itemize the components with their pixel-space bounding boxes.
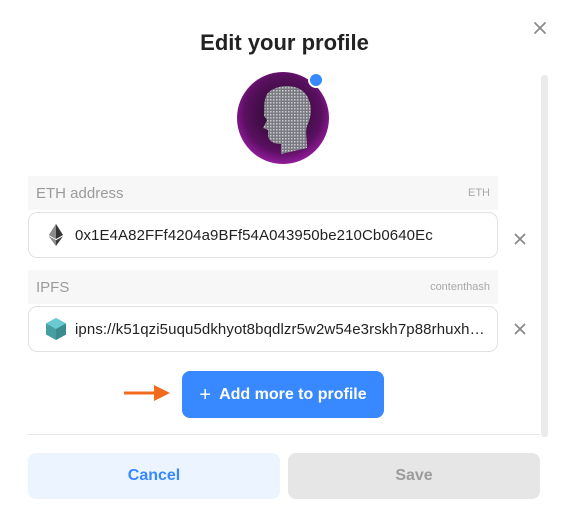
ethereum-icon	[43, 222, 69, 248]
remove-ipfs-record-button[interactable]	[512, 321, 528, 337]
add-more-to-profile-button[interactable]: + Add more to profile	[182, 371, 384, 418]
save-button[interactable]: Save	[288, 453, 540, 499]
edit-profile-dialog: Edit your profile ETH address ETH 0x1E4A…	[0, 0, 569, 529]
plus-icon: +	[199, 383, 212, 406]
eth-address-field[interactable]: 0x1E4A82FFf4204a9BFf54A043950be210Cb0640…	[28, 212, 498, 258]
cancel-button[interactable]: Cancel	[28, 453, 280, 499]
footer-divider	[28, 434, 540, 435]
record-type-label: ETH	[468, 187, 490, 199]
profile-avatar[interactable]	[237, 72, 329, 164]
remove-eth-record-button[interactable]	[512, 231, 528, 247]
record-type-label: contenthash	[430, 281, 490, 293]
record-key-label: ETH address	[36, 184, 124, 202]
avatar-edit-indicator	[308, 72, 324, 88]
ipfs-cube-icon	[43, 316, 69, 342]
eth-address-value: 0x1E4A82FFf4204a9BFf54A043950be210Cb0640…	[75, 226, 433, 244]
add-more-label: Add more to profile	[219, 385, 367, 403]
record-header-eth: ETH address ETH	[28, 176, 498, 210]
ipfs-value: ipns://k51qzi5uqu5dkhyot8bqdlzr5w2w54e3r…	[75, 320, 485, 338]
dialog-title: Edit your profile	[200, 30, 369, 55]
record-header-ipfs: IPFS contenthash	[28, 270, 498, 304]
ipfs-contenthash-field[interactable]: ipns://k51qzi5uqu5dkhyot8bqdlzr5w2w54e3r…	[28, 306, 498, 352]
record-key-label: IPFS	[36, 278, 70, 296]
arrow-right-icon	[124, 385, 170, 401]
